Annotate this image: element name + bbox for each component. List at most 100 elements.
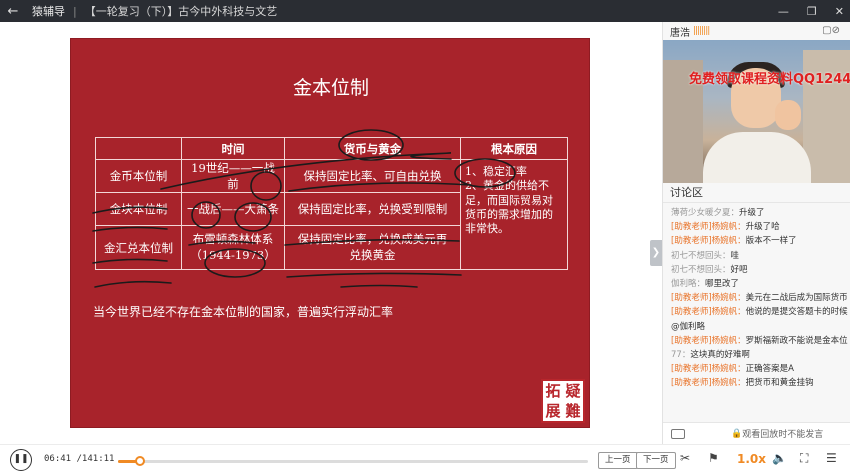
lesson-title: 【一轮复习（下）】古今中外科技与文艺 [84, 5, 278, 18]
chat-message: [助教老师]杨婉帆：罗斯福新政不能说是金本位 [671, 334, 850, 348]
camera-off-icon[interactable]: ▢⊘ [822, 25, 840, 36]
chat-author: [助教老师]杨婉帆： [671, 307, 746, 318]
signal-icon: |||||||| [693, 26, 710, 36]
camera-header: 唐浩 |||||||| ▢⊘ [663, 22, 850, 40]
back-arrow-icon[interactable]: ← [0, 4, 26, 19]
table-row: 金币本位制 19世纪——一战前 保持固定比率、可自由兑换 1、稳定汇率 2、黄金… [95, 159, 568, 270]
reason-line: 货币的需求增加的 [465, 207, 553, 221]
chat-author: [助教老师]杨婉帆： [671, 364, 746, 375]
chat-message: 初七不想回头：好吧 [671, 263, 850, 277]
reason-line: 1、稳定汇率 [465, 165, 527, 178]
gold-standard-table: 时间 货币与黄金 根本原因 金币本位制 19世纪——一战前 保持固定比率、可自由… [95, 137, 568, 270]
teacher-name: 唐浩 [670, 27, 690, 39]
slide-note: 当今世界已经不存在金本位制的国家，普遍实行浮动汇率 [93, 305, 394, 319]
player-controls: ❚❚ 06:41 /141:11 上一页 下一页 ✂ ⚑ 1.0x 🔈 ⛶ ☰ [0, 444, 850, 476]
chat-text: 升级了 [739, 208, 765, 218]
slide-stage: 金本位制 时间 货币与黄金 根本原因 金币本位制 19世纪——一战前 保持固定比… [0, 22, 662, 444]
chat-text: 罗斯福新政不能说是金本位 [745, 335, 848, 346]
lecture-slide: 金本位制 时间 货币与黄金 根本原因 金币本位制 19世纪——一战前 保持固定比… [70, 38, 590, 428]
chat-footer: 🔒 观看回放时不能发言 [663, 422, 850, 444]
chat-text: 这块真的好难啊 [690, 350, 750, 361]
chat-message: [助教老师]杨婉帆：升级了哈 [671, 220, 850, 234]
chat-text: 美元在二战后成为国际货币 [745, 293, 848, 304]
chat-message-list[interactable]: 薄荷少女暖夕夏：升级了 [助教老师]杨婉帆：升级了哈 [助教老师]杨婉帆：版本不一样… [663, 203, 850, 391]
ink-underline [286, 272, 462, 278]
chat-message: 伽利略：哪里改了 [671, 277, 850, 291]
chat-message: 薄荷少女暖夕夏：升级了 [671, 206, 850, 220]
app-name: 猿辅导 [32, 5, 65, 18]
reason-line: 非常快。 [465, 222, 509, 236]
ink-underline [94, 280, 172, 288]
no-speak-notice: 观看回放时不能发言 [742, 430, 824, 440]
chat-text: 升级了哈 [745, 222, 780, 233]
slide-title: 金本位制 [292, 77, 369, 99]
fullscreen-icon[interactable]: ⛶ [800, 451, 808, 466]
reason-line: 2、黄金的供给不 [465, 179, 549, 193]
title-separator: | [73, 4, 77, 18]
seal-char: 展 [545, 401, 561, 420]
teacher-hand [775, 100, 801, 130]
chat-message: 77：这块真的好难啊 [671, 348, 850, 362]
chat-author: [助教老师]杨婉帆： [671, 293, 746, 304]
teacher-shirt [703, 132, 811, 183]
system-time-cell: 布雷顿森林体系 （1944-1973） [181, 225, 285, 270]
system-time: 布雷顿森林体系 [192, 231, 274, 246]
chat-message: [助教老师]杨婉帆：美元在二战后成为国际货币 [671, 291, 850, 305]
reason-line: 足，而国际贸易对 [465, 193, 553, 207]
progress-track[interactable] [118, 456, 588, 466]
total-time: /141:11 [76, 454, 115, 464]
discussion-header: 讨论区 [663, 183, 850, 203]
system-time-range: （1944-1973） [190, 247, 276, 262]
speed-button[interactable]: 1.0x [737, 452, 766, 466]
chat-text: 把货币和黄金挂钩 [745, 378, 814, 389]
progress-knob[interactable] [135, 456, 146, 466]
table-header: 根本原因 [460, 137, 568, 160]
flag-icon[interactable]: ⚑ [708, 451, 719, 465]
root-cause-cell: 1、稳定汇率 2、黄金的供给不 足，而国际贸易对 货币的需求增加的 非常快。 [460, 159, 568, 270]
pause-icon[interactable]: ❚❚ [10, 449, 32, 471]
seal-char: 疑 [565, 381, 581, 400]
restore-icon[interactable]: ❐ [807, 5, 817, 18]
chat-message: 初七不想回头：哇 [671, 249, 850, 263]
promo-overlay-text: 免费领取课程资料QQ1244600075 [689, 72, 850, 87]
chat-text: 哪里改了 [705, 279, 740, 290]
window-controls: — ❐ ✕ [778, 0, 844, 22]
lock-icon: 🔒 [731, 428, 743, 439]
system-name: 金币本位制 [95, 159, 182, 193]
current-time: 06:41 [44, 454, 72, 464]
chat-text: 哇 [730, 250, 740, 261]
minimize-icon[interactable]: — [778, 5, 789, 18]
seal-char: 難 [565, 401, 581, 420]
close-icon[interactable]: ✕ [835, 5, 844, 18]
table-header: 时间 [181, 137, 285, 160]
chat-author: [助教老师]杨婉帆： [671, 236, 746, 247]
seal-char: 拓 [545, 381, 561, 400]
image-icon[interactable] [671, 428, 685, 439]
chat-author: 薄荷少女暖夕夏： [671, 208, 740, 218]
ink-underline [340, 284, 418, 288]
chat-author: 伽利略： [671, 279, 706, 290]
chat-author: 初七不想回头： [671, 264, 731, 275]
collapse-panel-chevron-icon[interactable]: ❯ [650, 240, 662, 266]
system-relation-cont: 兑换黄金 [349, 247, 396, 262]
chat-text: 正确答案是A [745, 364, 794, 375]
chat-message: [助教老师]杨婉帆：把货币和黄金挂钩 [671, 376, 850, 390]
system-relation: 保持固定比率、可自由兑换 [284, 159, 461, 193]
table-header [95, 137, 182, 160]
system-time: 一战后——大萧条 [181, 192, 285, 226]
chat-author: [助教老师]杨婉帆： [671, 335, 746, 346]
scissors-icon[interactable]: ✂ [680, 451, 690, 465]
volume-icon[interactable]: 🔈 [772, 451, 787, 465]
chat-message: [助教老师]杨婉帆：他说的是提交答题卡的时候 [671, 305, 850, 319]
prev-page-button[interactable]: 上一页 [598, 452, 638, 469]
system-relation: 保持固定比率，兑换成美元再 [297, 231, 448, 246]
system-name: 金汇兑本位制 [95, 225, 182, 270]
title-bar: ← 猿辅导 | 【一轮复习（下）】古今中外科技与文艺 — ❐ ✕ [0, 0, 850, 22]
next-page-button[interactable]: 下一页 [636, 452, 676, 469]
system-time: 19世纪——一战前 [181, 159, 285, 193]
chat-author: 初七不想回头： [671, 250, 731, 261]
teacher-camera: 免费领取课程资料QQ1244600075 [663, 40, 850, 183]
chat-message: [助教老师]杨婉帆：正确答案是A [671, 362, 850, 376]
chat-message: [助教老师]杨婉帆：版本不一样了 [671, 234, 850, 248]
menu-icon[interactable]: ☰ [826, 451, 837, 465]
